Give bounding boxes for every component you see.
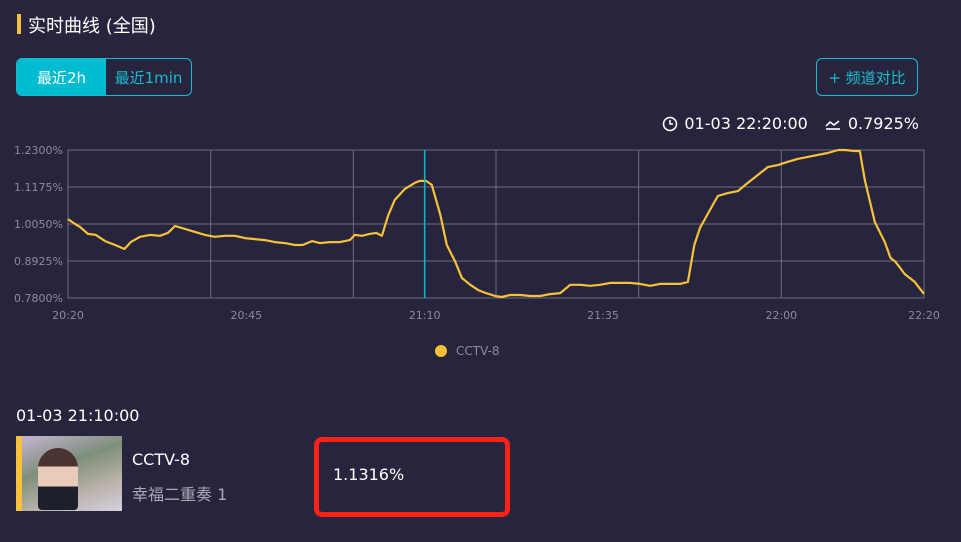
current-value: 0.7925% xyxy=(847,114,919,133)
legend-marker xyxy=(435,345,447,357)
title-accent-bar xyxy=(17,14,21,34)
trend-icon xyxy=(825,119,840,130)
page-title: 实时曲线 (全国) xyxy=(28,16,156,37)
y-tick-label: 0.7800% xyxy=(14,292,63,305)
x-tick-label: 20:45 xyxy=(230,309,262,322)
channel-compare-button[interactable]: + 频道对比 xyxy=(816,58,918,96)
clock-icon xyxy=(663,116,678,131)
y-tick-label: 1.1175% xyxy=(14,181,63,194)
tab-last-1min[interactable]: 最近1min xyxy=(106,59,191,95)
channel-name: CCTV-8 xyxy=(132,450,191,469)
x-tick-label: 22:00 xyxy=(765,309,797,322)
channel-color-bar xyxy=(16,436,22,511)
x-tick-label: 22:20 xyxy=(908,309,940,322)
program-name: 幸福二重奏 1 xyxy=(132,485,228,504)
rating-chart[interactable]: 1.2300% 1.1175% 1.0050% 0.8925% 0.7800% 20:20… xyxy=(0,140,961,370)
rating-value: 1.1316% xyxy=(333,465,405,484)
x-tick-label: 21:35 xyxy=(587,309,619,322)
tab-last-2h[interactable]: 最近2h xyxy=(17,59,106,95)
y-tick-label: 0.8925% xyxy=(14,255,63,268)
thumbnail-person xyxy=(38,448,78,510)
y-tick-label: 1.0050% xyxy=(14,218,63,231)
range-toggle: 最近2h 最近1min xyxy=(16,58,192,96)
current-time: 01-03 22:20:00 xyxy=(684,114,808,133)
legend-label[interactable]: CCTV-8 xyxy=(456,344,500,358)
x-tick-label: 21:10 xyxy=(409,309,441,322)
selected-timestamp: 01-03 21:10:00 xyxy=(16,406,140,425)
y-tick-label: 1.2300% xyxy=(14,144,63,157)
current-readout: 01-03 22:20:00 0.7925% xyxy=(662,114,919,133)
x-tick-label: 20:20 xyxy=(52,309,84,322)
